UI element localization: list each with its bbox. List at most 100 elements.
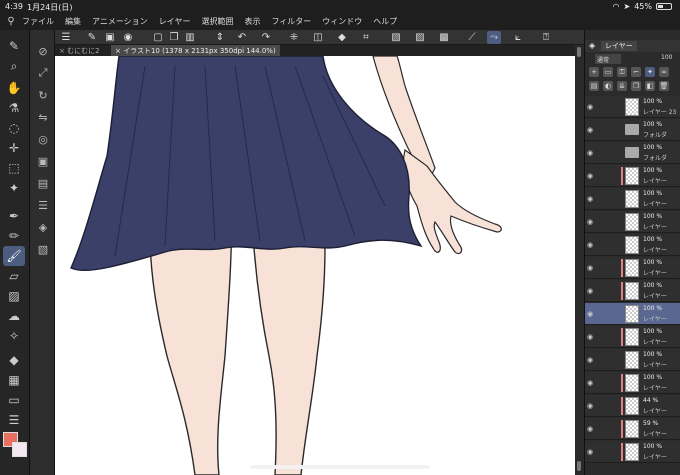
layer-row[interactable]: ◉ 59 % レイヤー xyxy=(585,418,680,440)
eye-icon[interactable]: ◉ xyxy=(587,264,593,272)
magic-wand-icon[interactable]: ✦ xyxy=(3,178,25,198)
color-icon[interactable]: ◧ xyxy=(645,81,655,91)
eye-icon[interactable]: ◉ xyxy=(587,402,593,410)
hand-icon[interactable]: ✋ xyxy=(3,78,25,98)
perspective-icon[interactable]: ⟀ xyxy=(511,31,525,44)
link-icon[interactable]: ∞ xyxy=(659,67,669,77)
layer-row[interactable]: ◉ 100 % フォルダ xyxy=(585,142,680,164)
layer-panel-title[interactable]: レイヤー xyxy=(601,41,637,51)
transform-icon[interactable]: ⤢ xyxy=(34,64,52,82)
select-all-icon[interactable]: ⁜ xyxy=(287,31,301,44)
eye-icon[interactable]: ◉ xyxy=(587,241,593,249)
menu-selection[interactable]: 選択範囲 xyxy=(201,16,233,27)
layer-row[interactable]: ◉ 100 % レイヤー xyxy=(585,211,680,233)
pen-nib-icon[interactable]: ✒ xyxy=(3,206,25,226)
drawing-canvas[interactable] xyxy=(55,56,575,475)
eye-icon[interactable]: ◉ xyxy=(587,333,593,341)
pen-icon[interactable]: ✎ xyxy=(3,36,25,56)
undo-icon[interactable]: ↶ xyxy=(235,31,249,44)
gradient-icon[interactable]: ▦ xyxy=(3,370,25,390)
menu-layer[interactable]: レイヤー xyxy=(159,16,191,27)
reference-icon[interactable]: ▧ xyxy=(34,240,52,258)
blend-mode-select[interactable]: 通常 xyxy=(595,54,621,64)
layer-row[interactable]: ◉ 100 % レイヤー xyxy=(585,303,680,325)
text-icon[interactable]: ☰ xyxy=(3,410,25,430)
merge-icon[interactable]: ⇊ xyxy=(617,81,627,91)
tab-munimuni[interactable]: × むにむに2 xyxy=(55,45,104,56)
eye-icon[interactable]: ◉ xyxy=(587,287,593,295)
menu-help[interactable]: ヘルプ xyxy=(373,16,397,27)
fill-icon[interactable]: ▨ xyxy=(3,286,25,306)
sub-color-swatch[interactable] xyxy=(12,442,27,457)
redo-icon[interactable]: ↷ xyxy=(259,31,273,44)
duplicate-icon[interactable]: ❐ xyxy=(631,81,641,91)
eye-icon[interactable]: ◉ xyxy=(587,448,593,456)
clip-icon[interactable]: ⌐ xyxy=(631,67,641,77)
airbrush-icon[interactable]: ☁ xyxy=(3,306,25,326)
scroll-down-handle[interactable] xyxy=(577,461,581,471)
layer-row[interactable]: ◉ 44 % レイヤー xyxy=(585,395,680,417)
layer-row[interactable]: ◉ 100 % レイヤー xyxy=(585,165,680,187)
edit-icon[interactable]: ✎ xyxy=(85,31,99,44)
layer-row[interactable]: ◉ 100 % レイヤー xyxy=(585,234,680,256)
grid-icon[interactable]: ▣ xyxy=(34,152,52,170)
eye-icon[interactable]: ◉ xyxy=(587,172,593,180)
app-logo-icon[interactable]: ⚲ xyxy=(0,16,22,27)
save-icon[interactable]: ▣ xyxy=(103,31,117,44)
canvas-scrollbar[interactable] xyxy=(575,45,583,475)
scroll-up-handle[interactable] xyxy=(577,47,581,57)
layer-row[interactable]: ◉ 100 % レイヤー xyxy=(585,257,680,279)
list-icon[interactable]: ☰ xyxy=(34,196,52,214)
paste-icon[interactable]: ▥ xyxy=(183,31,197,44)
lasso-icon[interactable]: ◌ xyxy=(3,118,25,138)
eraser-icon[interactable]: ▱ xyxy=(3,266,25,286)
layer-row[interactable]: ◉ 100 % レイヤー xyxy=(585,188,680,210)
rotate-icon[interactable]: ↻ xyxy=(34,86,52,104)
ruler-snap-icon[interactable]: ⟋ xyxy=(465,31,479,44)
crop-icon[interactable]: ⌗ xyxy=(359,31,373,44)
menu-view[interactable]: 表示 xyxy=(244,16,260,27)
stepper-icon[interactable]: ⇕ xyxy=(213,31,227,44)
new-layer-icon[interactable]: + xyxy=(589,67,599,77)
layer-row[interactable]: ◉ 100 % レイヤー xyxy=(585,326,680,348)
layer-row[interactable]: ◉ 100 % フォルダ xyxy=(585,119,680,141)
mask-icon[interactable]: ◐ xyxy=(603,81,613,91)
deselect-icon[interactable]: ◫ xyxy=(311,31,325,44)
settings-icon[interactable]: ⊘ xyxy=(34,42,52,60)
fill-select-icon[interactable]: ▩ xyxy=(437,31,451,44)
layer-row[interactable]: ◉ 100 % レイヤー xyxy=(585,372,680,394)
menu-file[interactable]: ファイル xyxy=(22,16,54,27)
home-indicator[interactable] xyxy=(250,465,430,469)
flip-icon[interactable]: ⇋ xyxy=(34,108,52,126)
brush-icon[interactable]: 🖌 xyxy=(3,246,25,266)
blend-icon[interactable]: ✧ xyxy=(3,326,25,346)
folder-icon[interactable]: ▤ xyxy=(589,81,599,91)
eye-icon[interactable]: ◉ xyxy=(587,126,593,134)
eye-icon[interactable]: ◉ xyxy=(587,425,593,433)
pencil-icon[interactable]: ✏ xyxy=(3,226,25,246)
tab-illust10[interactable]: × イラスト10 (1378 x 2131px 350dpi 144.0%) xyxy=(111,45,280,56)
select-icon[interactable]: ⬚ xyxy=(3,158,25,178)
move-icon[interactable]: ✛ xyxy=(3,138,25,158)
clear-icon[interactable]: ▧ xyxy=(389,31,403,44)
view-icon[interactable]: ◉ xyxy=(121,31,135,44)
eye-icon[interactable]: ◉ xyxy=(587,195,593,203)
menu-icon[interactable]: ☰ xyxy=(59,31,73,44)
eye-icon[interactable]: ◉ xyxy=(587,379,593,387)
layer-row[interactable]: ◉ 100 % レイヤー xyxy=(585,349,680,371)
eye-icon[interactable]: ◉ xyxy=(587,356,593,364)
menu-animation[interactable]: アニメーション xyxy=(92,16,148,27)
ruler-icon[interactable]: ◎ xyxy=(34,130,52,148)
copy-icon[interactable]: ❐ xyxy=(167,31,181,44)
eyedropper-icon[interactable]: ⚗ xyxy=(3,98,25,118)
material-icon[interactable]: ◈ xyxy=(34,218,52,236)
lock-icon[interactable]: ⚿ xyxy=(617,67,627,77)
bucket-icon[interactable]: ◆ xyxy=(3,350,25,370)
help-icon[interactable]: ⍰ xyxy=(539,31,553,44)
new-icon[interactable]: ▢ xyxy=(151,31,165,44)
trash-icon[interactable]: 🗑 xyxy=(659,81,669,91)
eye-icon[interactable]: ◉ xyxy=(587,149,593,157)
menu-edit[interactable]: 編集 xyxy=(65,16,81,27)
layer-row[interactable]: ◉ 100 % レイヤー xyxy=(585,441,680,463)
new-vector-layer-icon[interactable]: ▭ xyxy=(603,67,613,77)
